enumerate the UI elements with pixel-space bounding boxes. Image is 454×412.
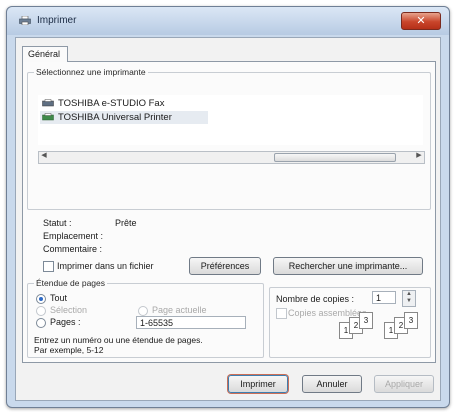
- range-selection-radio[interactable]: [36, 306, 46, 316]
- page-sheet: 3: [404, 312, 418, 329]
- range-current-page-label: Page actuelle: [152, 305, 207, 315]
- collate-illustration-2: 1 2 3: [384, 312, 424, 340]
- print-to-file-checkbox[interactable]: [43, 261, 54, 272]
- printer-name: TOSHIBA e-STUDIO Fax: [58, 98, 165, 109]
- preferences-button[interactable]: Préférences: [189, 257, 261, 275]
- print-to-file-label: Imprimer dans un fichier: [57, 261, 154, 271]
- tab-label: Général: [28, 49, 61, 59]
- range-pages-label: Pages :: [50, 317, 81, 327]
- dialog-client: Général Sélectionnez une imprimante TOSH…: [15, 37, 441, 401]
- title-bar: Imprimer ✕: [7, 7, 449, 35]
- printer-icon: [19, 16, 31, 25]
- print-button[interactable]: Imprimer: [228, 375, 288, 393]
- window-title: Imprimer: [37, 15, 77, 26]
- scroll-right-icon[interactable]: ▶: [414, 151, 424, 159]
- close-icon: ✕: [416, 14, 426, 27]
- range-all-radio[interactable]: [36, 294, 46, 304]
- printer-name: TOSHIBA Universal Printer: [58, 112, 172, 123]
- comment-label: Commentaire :: [43, 244, 103, 254]
- spin-up-icon[interactable]: ▲: [403, 291, 415, 298]
- page-range-legend: Étendue de pages: [34, 278, 108, 288]
- print-dialog: Imprimer ✕ Général Sélectionnez une impr…: [6, 6, 450, 408]
- spin-down-icon[interactable]: ▼: [403, 298, 415, 305]
- page-sheet: 3: [359, 312, 373, 329]
- printer-list[interactable]: TOSHIBA e-STUDIO Fax TOSHIBA Universal P…: [38, 95, 423, 145]
- range-pages-radio[interactable]: [36, 318, 46, 328]
- general-panel: Sélectionnez une imprimante TOSHIBA e-ST…: [22, 61, 436, 363]
- copies-input[interactable]: 1: [372, 291, 396, 304]
- cancel-button[interactable]: Annuler: [302, 375, 362, 393]
- printer-icon: [42, 113, 54, 121]
- page-range-input[interactable]: 1-65535: [136, 316, 246, 329]
- range-current-page-radio[interactable]: [138, 306, 148, 316]
- printer-list-scrollbar[interactable]: ◀ ▶: [38, 151, 425, 164]
- copies-label: Nombre de copies :: [276, 294, 355, 304]
- status-value: Prête: [115, 218, 137, 228]
- find-printer-button[interactable]: Rechercher une imprimante...: [273, 257, 423, 275]
- collate-checkbox[interactable]: [276, 308, 287, 319]
- page-range-example: Par exemple, 5-12: [34, 345, 104, 355]
- range-selection-label: Sélection: [50, 305, 88, 315]
- location-label: Emplacement :: [43, 231, 104, 241]
- copies-spinner[interactable]: ▲ ▼: [402, 290, 416, 307]
- range-all-label: Tout: [50, 293, 68, 303]
- collate-illustration-1: 1 2 3: [339, 312, 379, 340]
- printer-selection-group: Sélectionnez une imprimante TOSHIBA e-ST…: [27, 67, 431, 210]
- scroll-left-icon[interactable]: ◀: [39, 151, 49, 159]
- page-range-hint: Entrez un numéro ou une étendue de pages…: [34, 335, 203, 345]
- apply-button[interactable]: Appliquer: [374, 375, 434, 393]
- printer-group-legend: Sélectionnez une imprimante: [34, 67, 148, 77]
- fax-printer-icon: [42, 99, 54, 107]
- close-button[interactable]: ✕: [401, 12, 441, 30]
- scrollbar-thumb[interactable]: [274, 153, 396, 162]
- page-range-group: Étendue de pages Tout Sélection Page act…: [27, 278, 264, 358]
- status-label: Statut :: [43, 218, 72, 228]
- tab-general[interactable]: Général: [22, 46, 68, 62]
